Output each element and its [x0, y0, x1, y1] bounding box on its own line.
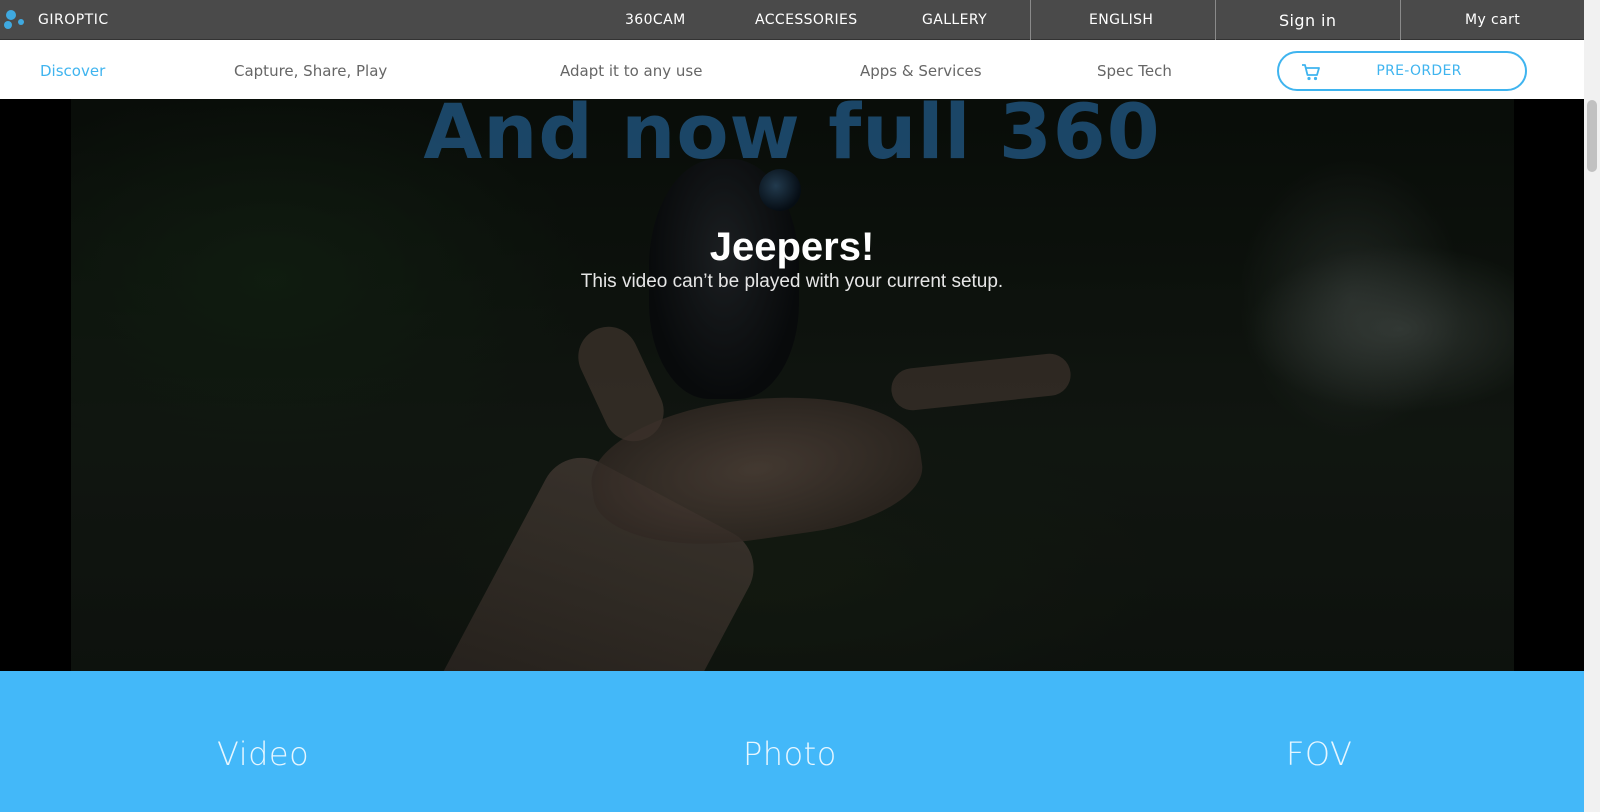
page-scrollbar[interactable]: [1584, 0, 1600, 812]
top-divider: [1030, 0, 1031, 40]
my-cart-link[interactable]: My cart: [1465, 12, 1520, 28]
pre-order-button[interactable]: PRE-ORDER: [1277, 51, 1527, 91]
subnav-spec-tech[interactable]: Spec Tech: [1097, 62, 1172, 80]
video-error-message: This video can’t be played with your cur…: [580, 271, 1004, 292]
subnav-apps-services[interactable]: Apps & Services: [860, 62, 982, 80]
subnav-discover[interactable]: Discover: [40, 62, 105, 80]
top-nav: 360CAM ACCESSORIES GALLERY ENGLISH Sign …: [0, 0, 1584, 40]
feature-photo: Photo: [743, 735, 837, 773]
feature-video: Video: [217, 735, 310, 773]
section-nav: Discover Capture, Share, Play Adapt it t…: [0, 40, 1584, 99]
video-error-title: Jeepers!: [709, 225, 875, 269]
language-selector[interactable]: ENGLISH: [1089, 12, 1153, 28]
pre-order-label: PRE-ORDER: [1376, 63, 1462, 79]
hero-background-image: [71, 99, 1514, 671]
topnav-360cam[interactable]: 360CAM: [625, 12, 686, 28]
topnav-gallery[interactable]: GALLERY: [922, 12, 987, 28]
hero-title: And now full 360: [423, 99, 1161, 176]
top-divider: [1215, 0, 1216, 40]
features-strip: Video Photo FOV: [0, 671, 1584, 812]
top-divider: [1400, 0, 1401, 40]
subnav-capture-share-play[interactable]: Capture, Share, Play: [234, 62, 387, 80]
feature-fov: FOV: [1286, 735, 1353, 773]
page: GIROPTIC 360CAM ACCESSORIES GALLERY ENGL…: [0, 0, 1584, 812]
subnav-adapt-it[interactable]: Adapt it to any use: [560, 62, 702, 80]
topnav-accessories[interactable]: ACCESSORIES: [755, 12, 858, 28]
sign-in-link[interactable]: Sign in: [1279, 11, 1336, 30]
top-bar: GIROPTIC 360CAM ACCESSORIES GALLERY ENGL…: [0, 0, 1584, 40]
scrollbar-thumb[interactable]: [1587, 100, 1597, 172]
hero-video[interactable]: And now full 360 Jeepers! This video can…: [0, 99, 1584, 671]
